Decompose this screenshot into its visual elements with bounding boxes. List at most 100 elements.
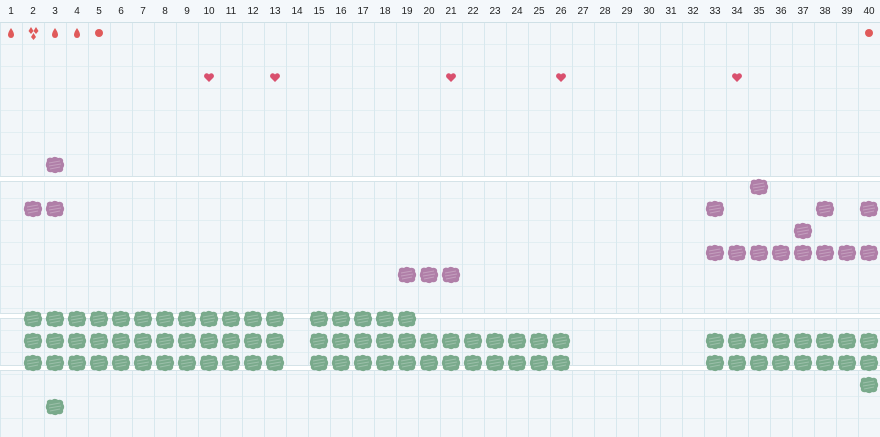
green-event-block[interactable] xyxy=(265,310,285,328)
green-event-block[interactable] xyxy=(67,310,87,328)
green-event-block[interactable] xyxy=(155,310,175,328)
purple-event-block[interactable] xyxy=(749,244,769,262)
green-event-block[interactable] xyxy=(815,354,835,372)
green-event-block[interactable] xyxy=(375,310,395,328)
green-event-block[interactable] xyxy=(485,354,505,372)
green-event-block[interactable] xyxy=(705,354,725,372)
green-event-block[interactable] xyxy=(441,332,461,350)
green-event-block[interactable] xyxy=(309,310,329,328)
green-event-block[interactable] xyxy=(177,332,197,350)
green-event-block[interactable] xyxy=(111,310,131,328)
green-event-block[interactable] xyxy=(221,332,241,350)
green-event-block[interactable] xyxy=(485,332,505,350)
green-event-block[interactable] xyxy=(397,310,417,328)
purple-event-block[interactable] xyxy=(441,266,461,284)
green-event-block[interactable] xyxy=(221,310,241,328)
green-event-block[interactable] xyxy=(507,354,527,372)
green-event-block[interactable] xyxy=(23,332,43,350)
purple-event-block[interactable] xyxy=(793,244,813,262)
purple-event-block[interactable] xyxy=(705,200,725,218)
green-event-block[interactable] xyxy=(199,332,219,350)
purple-event-block[interactable] xyxy=(23,200,43,218)
green-event-block[interactable] xyxy=(243,354,263,372)
green-event-block[interactable] xyxy=(419,332,439,350)
green-event-block[interactable] xyxy=(89,332,109,350)
green-event-block[interactable] xyxy=(859,376,879,394)
green-event-block[interactable] xyxy=(859,332,879,350)
green-event-block[interactable] xyxy=(199,354,219,372)
purple-event-block[interactable] xyxy=(793,222,813,240)
green-event-block[interactable] xyxy=(111,354,131,372)
green-event-block[interactable] xyxy=(727,354,747,372)
purple-event-block[interactable] xyxy=(815,200,835,218)
green-event-block[interactable] xyxy=(265,332,285,350)
green-event-block[interactable] xyxy=(331,332,351,350)
purple-event-block[interactable] xyxy=(815,244,835,262)
green-event-block[interactable] xyxy=(815,332,835,350)
purple-event-block[interactable] xyxy=(859,200,879,218)
green-event-block[interactable] xyxy=(155,354,175,372)
green-event-block[interactable] xyxy=(265,354,285,372)
green-event-block[interactable] xyxy=(771,332,791,350)
green-event-block[interactable] xyxy=(331,310,351,328)
green-event-block[interactable] xyxy=(309,354,329,372)
green-event-block[interactable] xyxy=(353,332,373,350)
green-event-block[interactable] xyxy=(529,354,549,372)
purple-event-block[interactable] xyxy=(45,156,65,174)
green-event-block[interactable] xyxy=(441,354,461,372)
green-event-block[interactable] xyxy=(793,332,813,350)
green-event-block[interactable] xyxy=(859,354,879,372)
green-event-block[interactable] xyxy=(45,398,65,416)
green-event-block[interactable] xyxy=(45,310,65,328)
green-event-block[interactable] xyxy=(89,354,109,372)
green-event-block[interactable] xyxy=(419,354,439,372)
green-event-block[interactable] xyxy=(551,332,571,350)
purple-event-block[interactable] xyxy=(859,244,879,262)
green-event-block[interactable] xyxy=(133,310,153,328)
green-event-block[interactable] xyxy=(727,332,747,350)
green-event-block[interactable] xyxy=(133,354,153,372)
green-event-block[interactable] xyxy=(463,354,483,372)
green-event-block[interactable] xyxy=(551,354,571,372)
purple-event-block[interactable] xyxy=(771,244,791,262)
green-event-block[interactable] xyxy=(243,310,263,328)
green-event-block[interactable] xyxy=(507,332,527,350)
purple-event-block[interactable] xyxy=(705,244,725,262)
green-event-block[interactable] xyxy=(837,332,857,350)
green-event-block[interactable] xyxy=(243,332,263,350)
green-event-block[interactable] xyxy=(67,332,87,350)
green-event-block[interactable] xyxy=(353,354,373,372)
green-event-block[interactable] xyxy=(837,354,857,372)
green-event-block[interactable] xyxy=(353,310,373,328)
green-event-block[interactable] xyxy=(331,354,351,372)
green-event-block[interactable] xyxy=(397,332,417,350)
purple-event-block[interactable] xyxy=(397,266,417,284)
green-event-block[interactable] xyxy=(771,354,791,372)
green-event-block[interactable] xyxy=(749,332,769,350)
green-event-block[interactable] xyxy=(375,332,395,350)
green-event-block[interactable] xyxy=(375,354,395,372)
green-event-block[interactable] xyxy=(529,332,549,350)
green-event-block[interactable] xyxy=(23,310,43,328)
green-event-block[interactable] xyxy=(133,332,153,350)
green-event-block[interactable] xyxy=(463,332,483,350)
green-event-block[interactable] xyxy=(705,332,725,350)
green-event-block[interactable] xyxy=(45,354,65,372)
purple-event-block[interactable] xyxy=(45,200,65,218)
purple-event-block[interactable] xyxy=(419,266,439,284)
green-event-block[interactable] xyxy=(397,354,417,372)
green-event-block[interactable] xyxy=(199,310,219,328)
green-event-block[interactable] xyxy=(177,310,197,328)
green-event-block[interactable] xyxy=(793,354,813,372)
purple-event-block[interactable] xyxy=(749,178,769,196)
green-event-block[interactable] xyxy=(749,354,769,372)
green-event-block[interactable] xyxy=(309,332,329,350)
green-event-block[interactable] xyxy=(111,332,131,350)
purple-event-block[interactable] xyxy=(727,244,747,262)
green-event-block[interactable] xyxy=(23,354,43,372)
green-event-block[interactable] xyxy=(45,332,65,350)
purple-event-block[interactable] xyxy=(837,244,857,262)
green-event-block[interactable] xyxy=(155,332,175,350)
green-event-block[interactable] xyxy=(67,354,87,372)
green-event-block[interactable] xyxy=(177,354,197,372)
